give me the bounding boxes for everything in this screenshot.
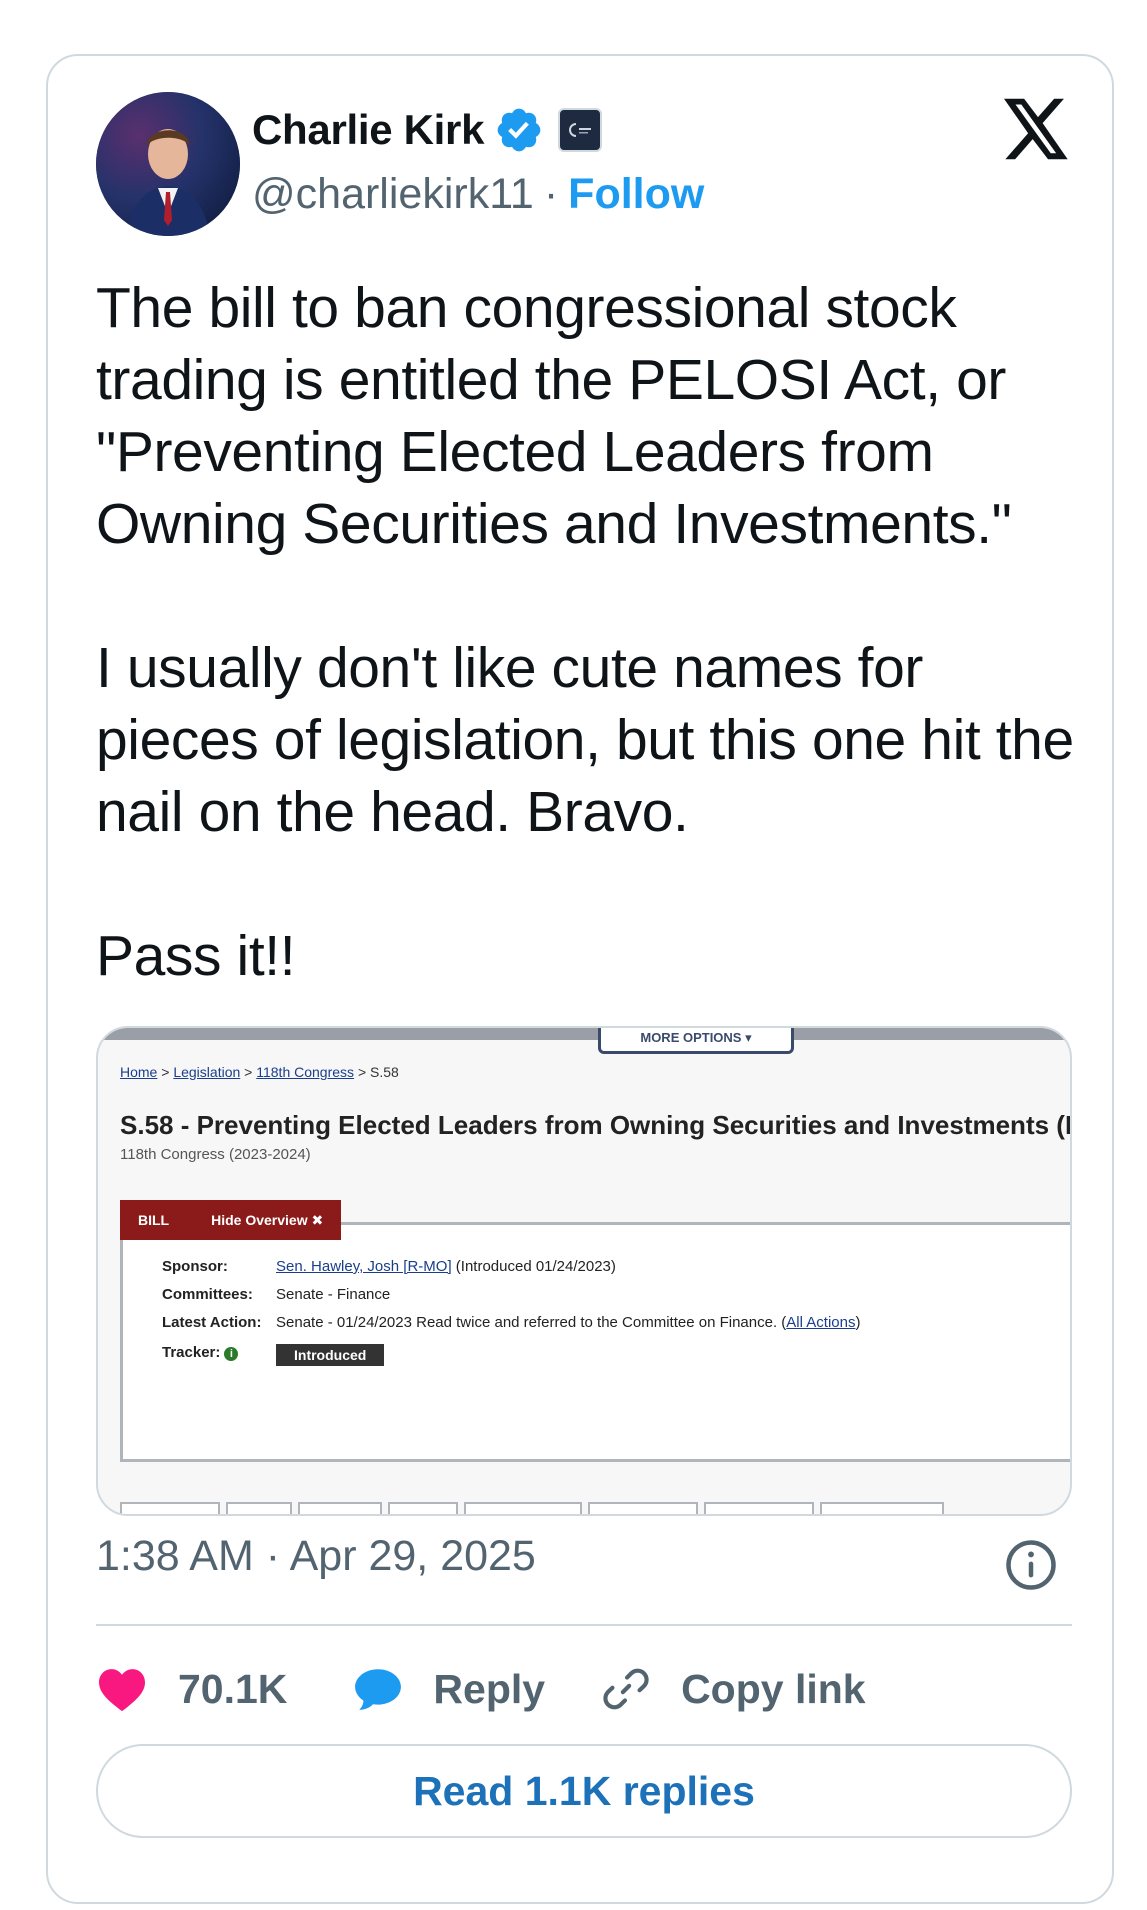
- more-options-button: MORE OPTIONS ▾: [598, 1028, 794, 1054]
- breadcrumb-home: Home: [120, 1064, 158, 1080]
- bill-tab-label: BILL: [138, 1212, 170, 1228]
- author-handle[interactable]: @charliekirk11: [252, 170, 534, 219]
- reply-button[interactable]: Reply: [353, 1666, 545, 1713]
- tweet-paragraph: The bill to ban congressional stock trad…: [96, 276, 1012, 556]
- read-replies-button[interactable]: Read 1.1K replies: [96, 1744, 1072, 1838]
- latest-action-row: Latest Action: Senate - 01/24/2023 Read …: [162, 1314, 861, 1331]
- tweet-timestamp[interactable]: 1:38 AM · Apr 29, 2025: [96, 1532, 536, 1581]
- bill-congress: 118th Congress (2023-2024): [120, 1146, 311, 1163]
- sponsor-row: Sponsor: Sen. Hawley, Josh [R-MO] (Intro…: [162, 1258, 616, 1275]
- breadcrumb-current: S.58: [370, 1064, 399, 1080]
- tweet-paragraph: I usually don't like cute names for piec…: [96, 636, 1074, 844]
- breadcrumb-congress: 118th Congress: [256, 1064, 355, 1080]
- avatar[interactable]: [96, 92, 240, 236]
- bottom-tabs: [120, 1502, 1070, 1514]
- bill-title: S.58 - Preventing Elected Leaders from O…: [120, 1110, 1072, 1140]
- sponsor-link: Sen. Hawley, Josh [R-MO]: [276, 1258, 452, 1275]
- author-name[interactable]: Charlie Kirk: [252, 106, 484, 154]
- hide-overview-label: Hide Overview ✖: [211, 1211, 324, 1228]
- affiliation-badge-icon[interactable]: [558, 108, 603, 152]
- all-actions-link: All Actions: [786, 1314, 856, 1331]
- attached-image[interactable]: MORE OPTIONS ▾ Home > Legislation > 118t…: [96, 1026, 1072, 1516]
- like-count: 70.1K: [178, 1665, 288, 1712]
- heart-icon: [99, 1669, 145, 1712]
- like-button[interactable]: 70.1K: [96, 1666, 287, 1713]
- divider: [96, 1624, 1072, 1626]
- action-bar: 70.1K Reply Copy link: [96, 1654, 866, 1724]
- reply-label: Reply: [433, 1665, 546, 1712]
- author-name-row: Charlie Kirk: [252, 102, 603, 158]
- copy-link-button[interactable]: Copy link: [601, 1664, 866, 1714]
- browser-topbar: [98, 1028, 1070, 1040]
- separator-dot: ·: [543, 169, 559, 218]
- follow-button[interactable]: Follow: [568, 170, 704, 219]
- handle-row: @charliekirk11 · Follow: [252, 166, 704, 222]
- bill-tab: BILL Hide Overview ✖: [120, 1200, 342, 1240]
- x-logo-icon[interactable]: [1004, 98, 1070, 160]
- breadcrumb-legislation: Legislation: [173, 1064, 241, 1080]
- tweet-text: The bill to ban congressional stock trad…: [96, 272, 1076, 992]
- copy-link-label: Copy link: [681, 1665, 866, 1712]
- verified-badge-icon[interactable]: [494, 105, 544, 155]
- tracker-row: Tracker: i Introduced: [162, 1344, 385, 1366]
- breadcrumb: Home > Legislation > 118th Congress > S.…: [120, 1064, 399, 1080]
- link-icon: [603, 1668, 649, 1710]
- info-icon[interactable]: [1004, 1538, 1058, 1592]
- tracker-info-icon: i: [224, 1347, 239, 1361]
- committees-row: Committees: Senate - Finance: [162, 1286, 391, 1303]
- tweet-paragraph: Pass it!!: [96, 924, 296, 988]
- tracker-status: Introduced: [276, 1344, 385, 1366]
- speech-bubble-icon: [355, 1669, 402, 1710]
